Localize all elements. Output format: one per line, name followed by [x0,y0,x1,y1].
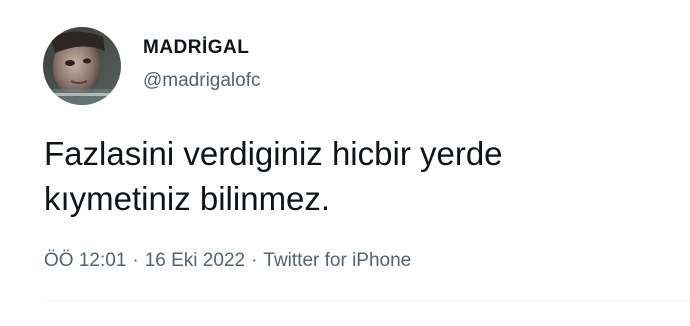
tweet-source[interactable]: Twitter for iPhone [263,250,411,271]
divider [44,300,690,301]
avatar-image [43,27,121,105]
tweet-text-line: kıymetiniz bilinmez. [44,180,331,217]
author-display-name[interactable]: MADRİGAL [143,37,249,59]
tweet-time[interactable]: ÖÖ 12:01 [44,250,126,271]
meta-separator: · [132,250,139,271]
tweet-text: Fazlasini verdiginiz hicbir yerde kıymet… [44,131,664,221]
meta-separator: · [251,250,258,271]
tweet-text-line: Fazlasini verdiginiz hicbir yerde [44,135,503,172]
author-avatar[interactable] [43,27,121,105]
author-handle[interactable]: @madrigalofc [143,70,261,92]
tweet-card: MADRİGAL @madrigalofc Fazlasini verdigin… [0,0,690,326]
tweet-date[interactable]: 16 Eki 2022 [145,250,245,271]
tweet-metadata: ÖÖ 12:01 · 16 Eki 2022 · Twitter for iPhone [44,250,411,272]
